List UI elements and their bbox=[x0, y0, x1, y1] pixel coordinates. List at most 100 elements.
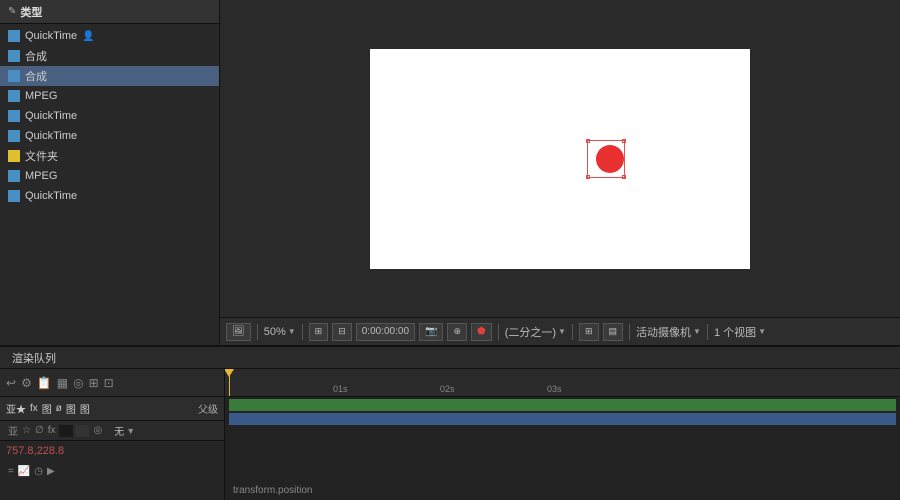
tl-icon-3[interactable]: 📋 bbox=[37, 376, 52, 390]
tl-icon-2[interactable]: ⚙ bbox=[21, 376, 32, 390]
track-area: transform.position bbox=[225, 397, 900, 500]
item-label: QuickTime bbox=[25, 110, 77, 122]
mode-label: 无 bbox=[114, 423, 124, 438]
grid-icon[interactable]: ⊟ bbox=[332, 323, 352, 341]
item-color-box bbox=[8, 150, 20, 162]
overlay-toggle[interactable]: ▤ bbox=[603, 323, 624, 341]
grid-toggle[interactable]: ⊞ bbox=[579, 323, 599, 341]
item-color-box bbox=[8, 110, 20, 122]
item-user-icon: 👤 bbox=[82, 31, 94, 42]
render-queue-label: 渲染队列 bbox=[12, 350, 56, 366]
track-green[interactable] bbox=[229, 399, 896, 411]
preview-canvas bbox=[220, 0, 900, 317]
playhead[interactable] bbox=[229, 369, 230, 396]
preview-file-icon[interactable]: 🖼 bbox=[226, 323, 251, 341]
item-color-box bbox=[8, 50, 20, 62]
equal-icon: = bbox=[8, 466, 14, 477]
item-color-box bbox=[8, 170, 20, 182]
timeline-toolbar: ↩ ⚙ 📋 ▦ ◎ ⊞ ⊡ bbox=[0, 369, 224, 397]
item-label: QuickTime bbox=[25, 190, 77, 202]
transform-label: transform.position bbox=[233, 485, 312, 496]
tl-icon-1[interactable]: ↩ bbox=[6, 376, 16, 390]
app-container: ✎ 类型 QuickTime 👤 合成 合成 bbox=[0, 0, 900, 500]
split-dropdown[interactable]: (二分之一) ▼ bbox=[505, 324, 566, 340]
view-label: 1 个视图 bbox=[714, 324, 756, 340]
item-label: QuickTime bbox=[25, 130, 77, 142]
timecode-value: 0:00:00:00 bbox=[362, 326, 409, 337]
panel-title: 类型 bbox=[20, 4, 42, 20]
timeline-area: ↩ ⚙ 📋 ▦ ◎ ⊞ ⊡ 亚★ fx 图 ø 图 图 父级 bbox=[0, 369, 900, 500]
separator bbox=[257, 324, 258, 340]
panel-header: ✎ 类型 bbox=[0, 0, 219, 24]
list-item[interactable]: 文件夹 bbox=[0, 146, 219, 166]
corner-br bbox=[622, 175, 626, 179]
separator bbox=[629, 324, 630, 340]
graph-icon[interactable]: 📈 bbox=[18, 466, 30, 477]
list-item[interactable]: QuickTime bbox=[0, 126, 219, 146]
tl-icon-4[interactable]: ▦ bbox=[57, 376, 68, 390]
item-label: 合成 bbox=[25, 68, 47, 84]
time-label-2s: 02s bbox=[440, 384, 455, 394]
camera-dropdown[interactable]: 活动摄像机 ▼ bbox=[636, 324, 701, 340]
split-label: (二分之一) bbox=[505, 324, 556, 340]
layer-switches-label: 亚★ bbox=[6, 401, 26, 416]
coord-row: 757.8,228.8 bbox=[0, 441, 224, 461]
corner-tr bbox=[622, 139, 626, 143]
fx-btn[interactable]: fx bbox=[48, 425, 56, 436]
camera-label: 活动摄像机 bbox=[636, 324, 691, 340]
corner-bl bbox=[586, 175, 590, 179]
corner-tl bbox=[586, 139, 590, 143]
item-color-box bbox=[8, 90, 20, 102]
time-label-3s: 03s bbox=[547, 384, 562, 394]
tl-icon-7[interactable]: ⊡ bbox=[104, 376, 114, 390]
view-dropdown[interactable]: 1 个视图 ▼ bbox=[714, 324, 766, 340]
list-item[interactable]: QuickTime 👤 bbox=[0, 26, 219, 46]
list-item[interactable]: 合成 bbox=[0, 66, 219, 86]
item-label: QuickTime bbox=[25, 30, 77, 42]
camera-snapshot-icon[interactable]: 📷 bbox=[419, 323, 443, 341]
slash-icon: ∅ bbox=[35, 425, 44, 436]
sublevel-label: 父级 bbox=[198, 401, 218, 416]
zoom-level: 50% bbox=[264, 326, 286, 338]
circle-icon: ø bbox=[56, 403, 62, 414]
draft-icon[interactable]: ⊕ bbox=[447, 323, 467, 341]
item-color-box bbox=[8, 130, 20, 142]
bottom-icons-row: = 📈 ◷ ▶ bbox=[0, 461, 224, 481]
item-color-box bbox=[8, 190, 20, 202]
track-blue[interactable] bbox=[229, 413, 896, 425]
list-item[interactable]: 合成 bbox=[0, 46, 219, 66]
timecode-display[interactable]: 0:00:00:00 bbox=[356, 323, 415, 341]
canvas-white bbox=[370, 49, 750, 269]
fit-icon[interactable]: ⊞ bbox=[309, 323, 329, 341]
time-ruler: 01s 02s 03s bbox=[225, 369, 900, 397]
render-queue-header: 渲染队列 bbox=[0, 347, 900, 369]
play-icon[interactable]: ▶ bbox=[47, 466, 55, 477]
red-circle bbox=[596, 145, 624, 173]
layer-controls: 亚★ fx 图 ø 图 图 父级 bbox=[0, 397, 224, 421]
tl-icon-5[interactable]: ◎ bbox=[73, 376, 83, 390]
playhead-triangle bbox=[225, 369, 234, 377]
separator bbox=[572, 324, 573, 340]
list-item[interactable]: MPEG bbox=[0, 86, 219, 106]
preview-area: 🖼 50% ▼ ⊞ ⊟ 0:00:00:00 📷 ⊕ ⬟ bbox=[220, 0, 900, 345]
zoom-dropdown[interactable]: 50% ▼ bbox=[264, 326, 296, 338]
color-icon[interactable]: ⬟ bbox=[471, 323, 492, 341]
timeline-right: 01s 02s 03s transform.position bbox=[225, 369, 900, 500]
swatch-1 bbox=[59, 425, 73, 437]
list-item[interactable]: MPEG bbox=[0, 166, 219, 186]
circle-btn[interactable]: ◎ bbox=[93, 425, 102, 436]
time-icon[interactable]: ◷ bbox=[34, 466, 43, 477]
bottom-section: 渲染队列 ↩ ⚙ 📋 ▦ ◎ ⊞ ⊡ 亚★ fx 图 bbox=[0, 345, 900, 500]
list-item[interactable]: QuickTime bbox=[0, 106, 219, 126]
item-label: 合成 bbox=[25, 48, 47, 64]
zoom-arrow: ▼ bbox=[288, 327, 296, 336]
left-panel: ✎ 类型 QuickTime 👤 合成 合成 bbox=[0, 0, 220, 345]
swatch-2 bbox=[75, 425, 89, 437]
timeline-left: ↩ ⚙ 📋 ▦ ◎ ⊞ ⊡ 亚★ fx 图 ø 图 图 父级 bbox=[0, 369, 225, 500]
tl-icon-6[interactable]: ⊞ bbox=[89, 376, 99, 390]
mode-dropdown[interactable]: 无 ▼ bbox=[110, 423, 135, 438]
mode-arrow: ▼ bbox=[126, 426, 135, 436]
edit-icon: ✎ bbox=[8, 6, 16, 17]
list-item[interactable]: QuickTime bbox=[0, 186, 219, 206]
time-label-1s: 01s bbox=[333, 384, 348, 394]
